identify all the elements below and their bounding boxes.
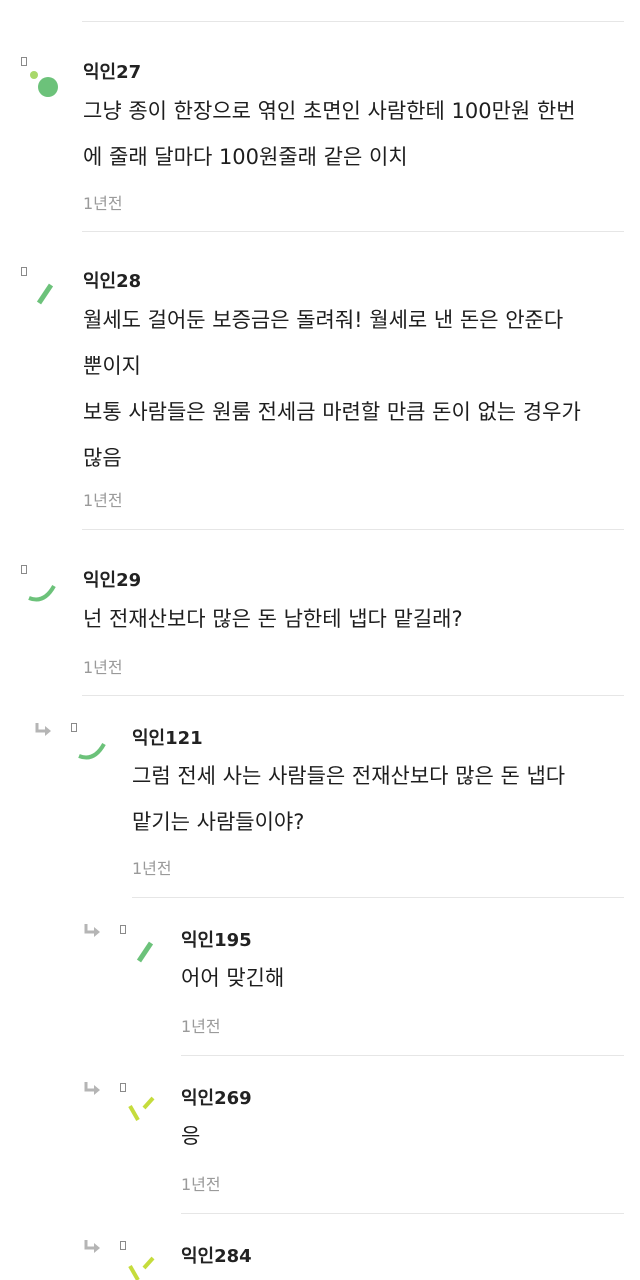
comment-author[interactable]: 익인29 bbox=[83, 566, 141, 592]
comment-text-line: 에 줄래 달마다 100원줄래 같은 이치 bbox=[83, 145, 408, 169]
comment-text-line: 많음 bbox=[83, 446, 122, 470]
comment-author[interactable]: 익인27 bbox=[83, 58, 141, 84]
comment-text-line: 월세도 걸어둔 보증금은 돌려줘! 월세로 낸 돈은 안준다 bbox=[83, 308, 564, 332]
comment-divider bbox=[82, 529, 624, 530]
comment-text-line: 맡기는 사람들이야? bbox=[132, 810, 305, 834]
comment-text-line: 뿐이지 bbox=[83, 354, 141, 378]
reply-arrow-icon bbox=[84, 924, 100, 937]
comment-author[interactable]: 익인195 bbox=[181, 926, 252, 952]
comment-author[interactable]: 익인28 bbox=[83, 267, 141, 293]
comment-text: 월세도 걸어둔 보증금은 돌려줘! 월세로 낸 돈은 안준다 뿐이지 보통 사람… bbox=[83, 297, 581, 481]
lime-chevron-avatar-icon bbox=[128, 1096, 155, 1121]
comment-author[interactable]: 익인269 bbox=[181, 1084, 252, 1110]
lime-chevron-avatar-icon bbox=[128, 1256, 155, 1280]
comment-text: 넌 전재산보다 많은 돈 남한테 냅다 맡길래? bbox=[83, 596, 463, 642]
comment-timestamp: 1년전 bbox=[83, 658, 123, 677]
comment-timestamp: 1년전 bbox=[83, 491, 123, 510]
comment-text: 어어 맞긴해 bbox=[181, 955, 284, 1001]
comment-text: 그냥 종이 한장으로 엮인 초면인 사람한테 100만원 한번 에 줄래 달마다… bbox=[83, 88, 576, 180]
comment-divider bbox=[181, 1055, 624, 1056]
comment-text-line: 보통 사람들은 원룸 전세금 마련할 만큼 돈이 없는 경우가 bbox=[83, 400, 581, 424]
comment-text-line: 그냥 종이 한장으로 엮인 초면인 사람한테 100만원 한번 bbox=[83, 99, 576, 123]
comment-divider bbox=[181, 1213, 624, 1214]
comment-timestamp: 1년전 bbox=[181, 1175, 221, 1194]
comment-timestamp: 1년전 bbox=[83, 194, 123, 213]
comment-timestamp: 1년전 bbox=[132, 859, 172, 878]
comment-text-line: 어어 맞긴해 bbox=[181, 966, 285, 990]
comment-author[interactable]: 익인284 bbox=[181, 1242, 252, 1268]
reply-arrow-icon bbox=[84, 1082, 100, 1095]
green-arc-avatar-icon bbox=[28, 584, 56, 602]
green-slash-avatar-icon bbox=[36, 283, 54, 305]
reply-arrow-icon bbox=[84, 1240, 100, 1253]
green-slash-avatar-icon bbox=[136, 941, 154, 963]
comment-author[interactable]: 익인121 bbox=[132, 724, 203, 750]
comment-text: 응 bbox=[181, 1113, 200, 1159]
comment-text-line: 넌 전재산보다 많은 돈 남한테 냅다 맡길래? bbox=[83, 607, 463, 631]
comment-text-line: 그럼 전세 사는 사람들은 전재산보다 많은 돈 냅다 bbox=[132, 764, 566, 788]
green-dots-avatar-icon bbox=[30, 71, 58, 97]
reply-arrow-icon bbox=[35, 723, 51, 736]
green-arc-avatar-icon bbox=[78, 742, 106, 760]
comment-divider bbox=[82, 695, 624, 696]
comment-divider bbox=[82, 21, 624, 22]
comment-timestamp: 1년전 bbox=[181, 1017, 221, 1036]
comment-text-line: 응 bbox=[181, 1124, 201, 1148]
comment-text: 그럼 전세 사는 사람들은 전재산보다 많은 돈 냅다 맡기는 사람들이야? bbox=[132, 753, 565, 845]
comment-divider bbox=[132, 897, 624, 898]
comment-divider bbox=[82, 231, 624, 232]
